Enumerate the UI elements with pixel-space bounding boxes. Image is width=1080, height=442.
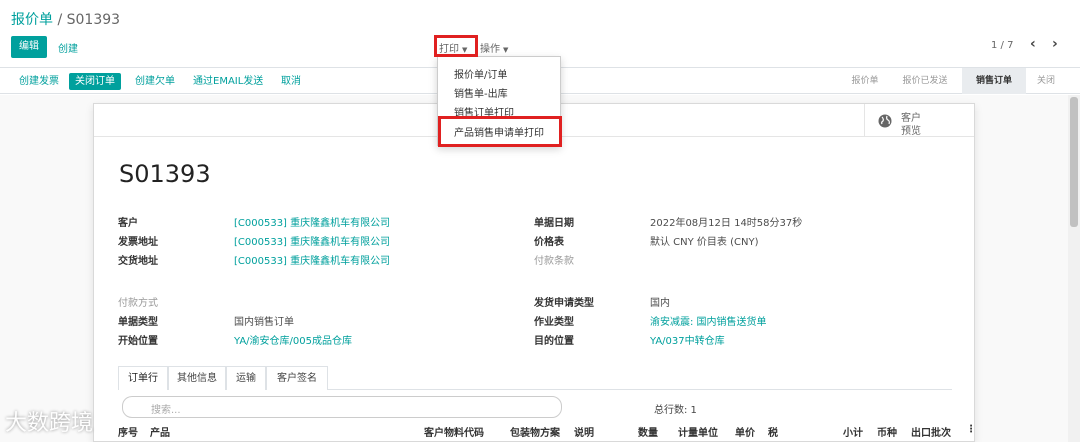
lines-search-input[interactable]: 搜索... — [122, 396, 562, 418]
send-email-button[interactable]: 通过EMAIL发送 — [193, 73, 263, 90]
column-header-uom[interactable]: 计量单位 — [678, 424, 718, 439]
field-label-destination-location: 目的位置 — [534, 336, 574, 347]
field-value-pricelist[interactable]: 默认 CNY 价目表 (CNY) — [650, 233, 758, 248]
column-header-customer-code[interactable]: 客户物料代码 — [424, 424, 484, 439]
field-value-source-location[interactable]: YA/渝安仓库/005成品仓库 — [234, 332, 352, 347]
next-record-icon[interactable]: › — [1052, 36, 1058, 52]
field-label-date: 单据日期 — [534, 218, 574, 229]
tab-other-info[interactable]: 其他信息 — [168, 366, 226, 390]
watermark-logo: 大数跨境 — [5, 411, 94, 436]
field-label-payment-terms: 付款条款 — [534, 256, 574, 267]
field-label-document-type: 单据类型 — [118, 317, 158, 328]
tab-order-lines[interactable]: 订单行 — [118, 366, 168, 390]
column-options-icon[interactable]: ⋮ — [966, 424, 976, 435]
field-label-delivery-address: 交货地址 — [118, 256, 158, 267]
column-header-subtotal[interactable]: 小计 — [843, 424, 863, 439]
breadcrumb-current: S01393 — [66, 12, 121, 28]
column-header-product[interactable]: 产品 — [150, 424, 170, 439]
field-label-operation-type: 作业类型 — [534, 317, 574, 328]
column-header-export-batch[interactable]: 出口批次 — [911, 424, 951, 439]
stage-quotation[interactable]: 报价单 — [840, 68, 890, 94]
lines-total-count: 总行数: 1 — [654, 405, 697, 416]
stage-closed[interactable]: 关闭 — [1028, 68, 1064, 94]
stage-quotation-sent[interactable]: 报价已发送 — [892, 68, 958, 94]
field-value-invoice-address[interactable]: [C000533] 重庆隆鑫机车有限公司 — [234, 233, 390, 248]
field-value-customer[interactable]: [C000533] 重庆隆鑫机车有限公司 — [234, 214, 390, 229]
field-value-delivery-address[interactable]: [C000533] 重庆隆鑫机车有限公司 — [234, 252, 390, 267]
field-value-date[interactable]: 2022年08月12日 14时58分37秒 — [650, 214, 802, 229]
field-label-pricelist: 价格表 — [534, 237, 564, 248]
customer-preview-button[interactable]: 客户 预览 — [864, 104, 975, 137]
form-sheet: 客户 预览 S01393 客户 [C000533] 重庆隆鑫机车有限公司 发票地… — [93, 103, 976, 442]
column-header-tax[interactable]: 税 — [768, 424, 778, 439]
prev-record-icon[interactable]: ‹ — [1030, 36, 1036, 52]
action-dropdown[interactable]: 操作 ▼ — [480, 40, 508, 55]
column-header-quantity[interactable]: 数量 — [638, 424, 658, 439]
create-backorder-button[interactable]: 创建欠单 — [135, 73, 175, 90]
pager-value[interactable]: 1 / 7 — [991, 40, 1013, 51]
field-value-destination-location[interactable]: YA/037中转仓库 — [650, 332, 725, 347]
cancel-button[interactable]: 取消 — [281, 73, 301, 90]
field-value-operation-type[interactable]: 渝安减震: 国内销售送货单 — [650, 313, 767, 328]
action-label: 操作 — [480, 44, 500, 55]
record-title: S01393 — [119, 160, 211, 188]
print-menu-item-delivery[interactable]: 销售单-出库 — [454, 85, 508, 100]
field-value-shipping-type[interactable]: 国内 — [650, 294, 670, 309]
scrollbar-thumb[interactable] — [1070, 97, 1078, 227]
breadcrumb-separator: / — [57, 12, 63, 28]
field-label-customer: 客户 — [118, 218, 138, 229]
print-highlight-box — [434, 35, 478, 57]
stage-sales-order[interactable]: 销售订单 — [962, 68, 1026, 94]
breadcrumb-parent[interactable]: 报价单 — [11, 12, 53, 28]
field-label-source-location: 开始位置 — [118, 336, 158, 347]
field-label-invoice-address: 发票地址 — [118, 237, 158, 248]
print-menu-item-quotation[interactable]: 报价单/订单 — [454, 66, 507, 81]
create-invoice-button[interactable]: 创建发票 — [19, 73, 59, 90]
column-header-unit-price[interactable]: 单价 — [735, 424, 755, 439]
menu-item-highlight-box — [438, 116, 562, 147]
field-value-document-type[interactable]: 国内销售订单 — [234, 313, 294, 328]
tab-customer-signature[interactable]: 客户签名 — [266, 366, 328, 390]
field-label-shipping-type: 发货申请类型 — [534, 298, 594, 309]
close-order-button[interactable]: 关闭订单 — [69, 73, 121, 90]
column-header-currency[interactable]: 币种 — [877, 424, 897, 439]
create-button[interactable]: 创建 — [58, 40, 78, 55]
edit-button[interactable]: 编辑 — [11, 36, 47, 58]
caret-down-icon: ▼ — [503, 46, 509, 54]
column-header-packaging[interactable]: 包装物方案 — [510, 424, 560, 439]
tab-shipping[interactable]: 运输 — [226, 366, 266, 390]
preview-line2: 预览 — [901, 126, 921, 137]
column-header-description[interactable]: 说明 — [574, 424, 594, 439]
globe-icon — [878, 114, 892, 128]
notebook-tabs: 订单行 其他信息 运输 客户签名 — [118, 366, 952, 390]
field-label-payment-method: 付款方式 — [118, 298, 158, 309]
column-header-seq[interactable]: 序号 — [118, 424, 138, 439]
breadcrumb: 报价单 / S01393 — [11, 9, 120, 29]
